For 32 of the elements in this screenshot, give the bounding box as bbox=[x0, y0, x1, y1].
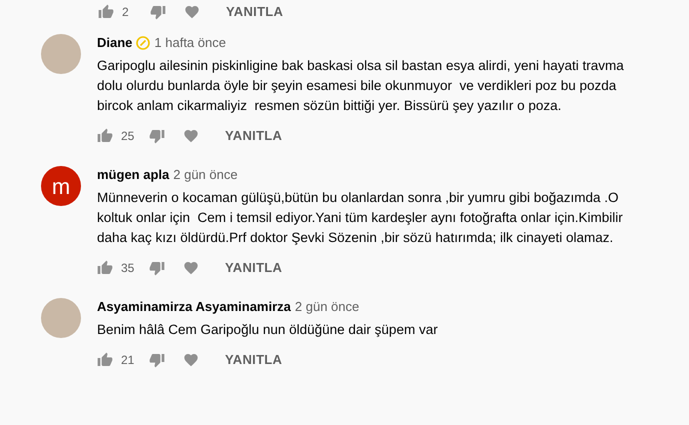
reply-button[interactable]: YANITLA bbox=[225, 126, 282, 146]
like-count: 25 bbox=[121, 128, 136, 145]
thumbs-down-icon[interactable] bbox=[149, 352, 165, 368]
comment-time[interactable]: 2 gün önce bbox=[294, 297, 360, 317]
like-count: 2 bbox=[122, 4, 130, 21]
heart-icon[interactable] bbox=[183, 128, 199, 144]
reply-button[interactable]: YANITLA bbox=[225, 350, 282, 370]
thumbs-down-icon[interactable] bbox=[149, 128, 165, 144]
avatar[interactable]: m bbox=[41, 166, 81, 206]
heart-icon[interactable] bbox=[183, 352, 199, 368]
heart-icon[interactable] bbox=[183, 260, 199, 276]
reply-button[interactable]: YANITLA bbox=[226, 2, 284, 22]
comment-text: Münneverin o kocaman gülüşü,bütün bu olanlardan sonra ,bir yumru gibi boğazımda .O koltuk onlar için Cem i temsil ediyor.Yani tüm kardeşler aynı fotoğrafta onlar için.Kimbilir daha kaç kızı öldürdü.Prf doktor Şevki Sözenin ,bir sözü hatırımda; ilk cinayeti olamaz. bbox=[97, 189, 624, 247]
like-count: 21 bbox=[121, 352, 136, 369]
reply-button[interactable]: YANITLA bbox=[225, 258, 282, 278]
author-name[interactable]: Diane bbox=[97, 33, 132, 53]
thumbs-up-icon[interactable] bbox=[98, 4, 114, 20]
comment-text: Garipoglu ailesinin piskinligine bak baskasi olsa sil bastan esya alirdi, yeni hayati travma dolu olurdu bunlarda öyle bir şeyin esamesi bile okunmuyor ve verdikleri poz bu pozda bircok anlam cikarmaliyiz resmen sözün bittiği yer. Bissürü şey yazılır o poza. bbox=[97, 57, 625, 115]
comment-time[interactable]: 1 hafta önce bbox=[154, 33, 226, 53]
comment-text: Benim hâlâ Cem Garipoğlu nun öldüğüne dair şüpem var bbox=[97, 321, 439, 339]
photo-placeholder[interactable] bbox=[41, 298, 81, 338]
thumbs-up-icon[interactable] bbox=[97, 352, 113, 368]
comment-time[interactable]: 2 gün önce bbox=[173, 165, 238, 185]
photo-placeholder[interactable] bbox=[41, 34, 81, 74]
thumbs-down-icon[interactable] bbox=[149, 260, 165, 276]
thumbs-up-icon[interactable] bbox=[97, 128, 113, 144]
heart-icon[interactable] bbox=[184, 4, 200, 20]
thumbs-down-icon[interactable] bbox=[150, 4, 166, 20]
author-name[interactable]: mügen apla bbox=[97, 165, 170, 185]
thumbs-up-icon[interactable] bbox=[97, 260, 113, 276]
author-name[interactable]: Asyaminamirza Asyaminamirza bbox=[97, 297, 291, 317]
like-count: 35 bbox=[121, 260, 136, 277]
